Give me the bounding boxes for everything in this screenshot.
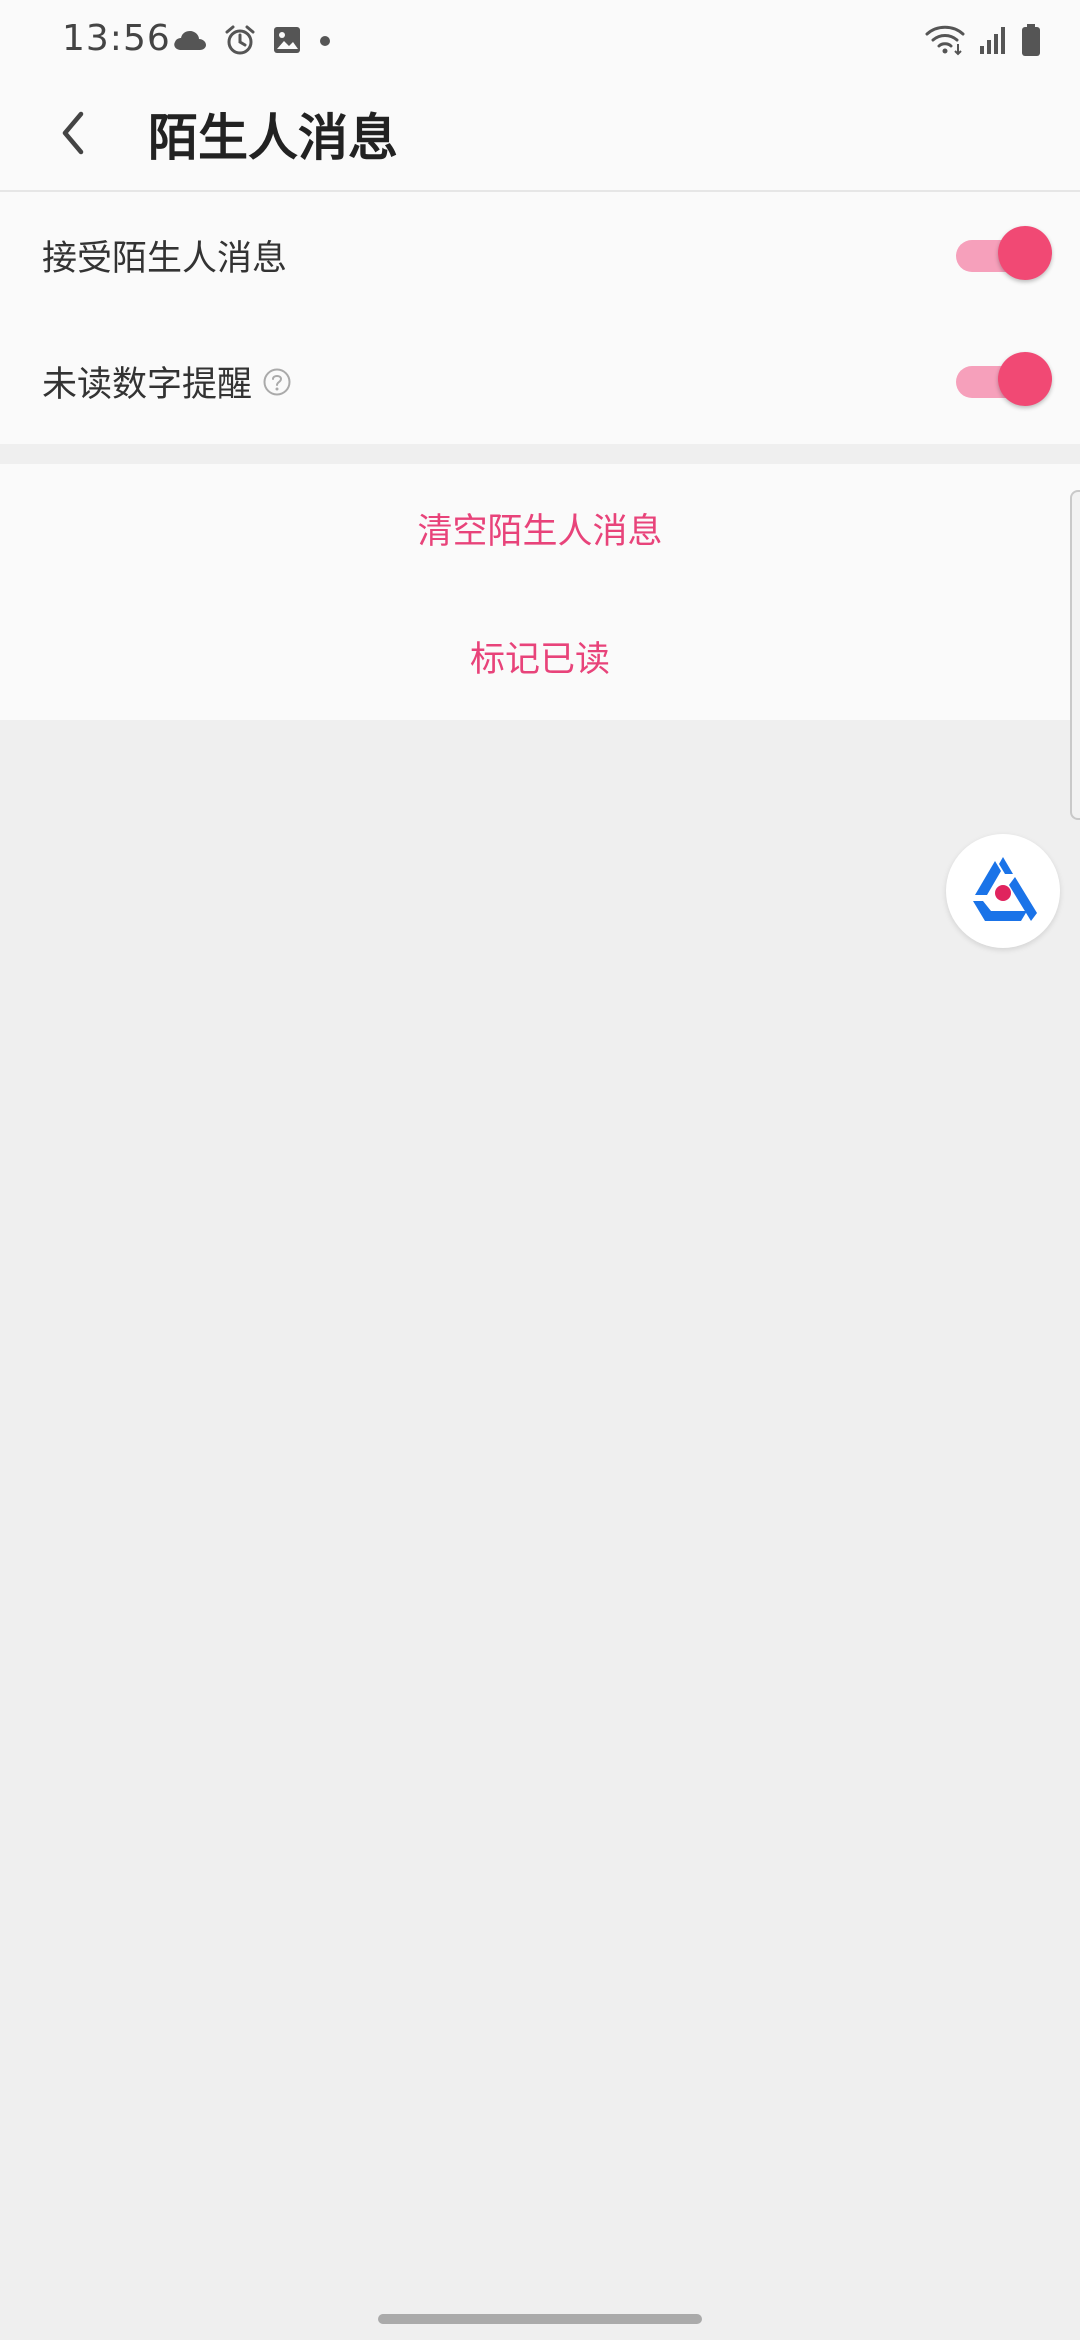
- setting-label: 接受陌生人消息: [42, 230, 287, 281]
- actions-section: 清空陌生人消息 标记已读: [0, 464, 1080, 720]
- floating-assistant-button[interactable]: [946, 834, 1060, 948]
- wifi-icon: [924, 24, 966, 60]
- app-bar: 陌生人消息: [0, 80, 1080, 192]
- cloud-icon: [172, 28, 208, 56]
- toggle-knob: [998, 352, 1052, 406]
- setting-label: 未读数字提醒: [42, 356, 292, 407]
- assistant-logo-icon: [973, 857, 1037, 921]
- setting-unread-count-reminder: 未读数字提醒: [0, 318, 1080, 444]
- help-icon[interactable]: [262, 367, 292, 397]
- status-bar: 13:56: [0, 0, 1080, 80]
- dot-icon: [318, 33, 332, 52]
- chevron-left-icon: [62, 111, 84, 155]
- alarm-icon: [224, 24, 256, 60]
- accept-stranger-messages-toggle[interactable]: [952, 226, 1054, 282]
- edge-panel-handle[interactable]: [1070, 490, 1080, 820]
- setting-accept-stranger-messages: 接受陌生人消息: [0, 192, 1080, 318]
- unread-count-reminder-toggle[interactable]: [952, 352, 1054, 408]
- toggle-knob: [998, 226, 1052, 280]
- image-icon: [272, 25, 302, 59]
- clear-stranger-messages-button[interactable]: 清空陌生人消息: [0, 464, 1080, 592]
- setting-label-text: 接受陌生人消息: [42, 239, 288, 279]
- home-indicator[interactable]: [378, 2314, 702, 2324]
- status-right-icons: [924, 22, 1042, 62]
- settings-section: 接受陌生人消息 未读数字提醒: [0, 192, 1080, 444]
- setting-label-text: 未读数字提醒: [42, 365, 253, 405]
- back-button[interactable]: [40, 100, 106, 166]
- signal-icon: [978, 24, 1008, 60]
- mark-read-button[interactable]: 标记已读: [0, 592, 1080, 720]
- status-time: 13:56: [62, 18, 171, 59]
- page-title: 陌生人消息: [148, 109, 398, 167]
- battery-icon: [1020, 23, 1042, 61]
- status-left-icons: [172, 22, 332, 62]
